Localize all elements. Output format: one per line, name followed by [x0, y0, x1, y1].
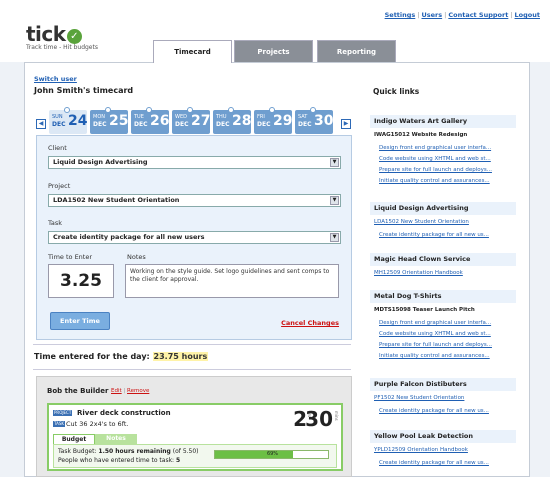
people-line: People who have entered time to task: 5 [58, 457, 181, 464]
switch-user-link[interactable]: Switch user [34, 75, 77, 83]
quick-link-task[interactable]: Create identity package for all new us..… [379, 460, 489, 466]
day-sat-30[interactable]: SAT DEC 30 [295, 107, 333, 134]
logo[interactable]: tick ✓ [26, 22, 82, 46]
logout-link[interactable]: Logout [515, 11, 540, 19]
quick-link-task[interactable]: Code website using XHTML and web st... [379, 156, 491, 162]
day-fri-29[interactable]: FRI DEC 29 [254, 107, 292, 134]
entry-project: River deck construction [77, 409, 171, 417]
logo-text: tick [26, 22, 66, 46]
enter-time-button[interactable]: Enter Time [50, 312, 110, 330]
prev-week-arrow-icon[interactable]: ◀ [36, 119, 46, 129]
day-tue-26[interactable]: TUE DEC 26 [131, 107, 169, 134]
task-tag: TASK [53, 421, 66, 427]
quick-links-title: Quick links [373, 87, 420, 96]
quick-link-client: Magic Head Clown Service [370, 253, 516, 266]
page-title: John Smith's timecard [34, 86, 134, 95]
tab-reporting[interactable]: Reporting [317, 40, 396, 62]
date-strip: ◀ SUN DEC 24 MON DEC 25 TUE DEC 26 WED DEC 27 TH… [36, 107, 352, 136]
time-input[interactable]: 3.25 [48, 264, 114, 298]
quick-link-client: Metal Dog T-Shirts [370, 290, 516, 303]
quick-link-task[interactable]: Create identity package for all new us..… [379, 408, 489, 414]
day-mon-25[interactable]: MON DEC 25 [90, 107, 128, 134]
budget-progress-bar: 69% [214, 450, 329, 459]
client-select[interactable]: Liquid Design Advertising ▼ [48, 156, 341, 169]
quick-link-project[interactable]: MDTS15098 Teaser Launch Pitch [374, 307, 475, 313]
task-label: Task [48, 219, 63, 227]
quick-link-task[interactable]: Create identity package for all new us..… [379, 232, 489, 238]
chevron-down-icon: ▼ [330, 158, 339, 167]
quick-link-task[interactable]: Code website using XHTML and web st... [379, 331, 491, 337]
budget-line: Task Budget: 1.50 hours remaining (of 5.… [58, 448, 199, 455]
day-wed-27[interactable]: WED DEC 27 [172, 107, 210, 134]
check-icon: ✓ [66, 29, 82, 44]
project-select[interactable]: LDA1502 New Student Orientation ▼ [48, 194, 341, 207]
edit-link[interactable]: Edit [111, 388, 122, 394]
tab-notes[interactable]: Notes [95, 434, 137, 444]
tagline: Track time - Hit budgets [26, 44, 98, 51]
client-label: Client [48, 144, 67, 152]
tab-projects[interactable]: Projects [234, 40, 313, 62]
tab-budget[interactable]: Budget [53, 434, 95, 444]
quick-link-task[interactable]: Initiate quality control and assurances.… [379, 178, 490, 184]
quick-link-project[interactable]: PF1502 New Student Orientation [374, 395, 464, 401]
progress-label: 69% [266, 451, 279, 457]
cancel-changes-link[interactable]: Cancel Changes [281, 319, 339, 327]
remove-link[interactable]: Remove [127, 388, 149, 394]
contact-support-link[interactable]: Contact Support [448, 11, 508, 19]
entry-minutes: 30 [305, 407, 333, 431]
quick-link-task[interactable]: Design front end graphical user interfa.… [379, 320, 491, 326]
quick-link-task[interactable]: Prepare site for full launch and deploys… [379, 167, 492, 173]
quick-link-client: Indigo Waters Art Gallery [370, 115, 516, 128]
budget-panel: Task Budget: 1.50 hours remaining (of 5.… [53, 444, 337, 468]
quick-link-task[interactable]: Prepare site for full launch and deploys… [379, 342, 492, 348]
users-link[interactable]: Users [422, 11, 443, 19]
entry-actions: Edit | Remove [111, 388, 150, 394]
entry-card: Bob the Builder Edit | Remove PROJECT Ri… [36, 376, 352, 477]
next-week-arrow-icon[interactable]: ▶ [341, 119, 351, 129]
entry-task: Cut 36 2x4's to 6ft. [66, 420, 129, 428]
quick-link-project[interactable]: MH12509 Orientation Handbook [374, 270, 463, 276]
chevron-down-icon: ▼ [330, 233, 339, 242]
time-label: Time to Enter [48, 253, 93, 261]
divider [33, 369, 351, 370]
day-thu-28[interactable]: THU DEC 28 [213, 107, 251, 134]
quick-link-project[interactable]: LDA1502 New Student Orientation [374, 219, 469, 225]
day-sun-24[interactable]: SUN DEC 24 [49, 107, 87, 134]
tab-timecard[interactable]: Timecard [153, 40, 232, 63]
quick-link-project[interactable]: IWAG15012 Website Redesign [374, 132, 467, 138]
quick-link-client: Purple Falcon Distibuters [370, 378, 516, 391]
time-entry-form: Client Liquid Design Advertising ▼ Projec… [36, 135, 352, 340]
notes-textarea[interactable]: Working on the style guide. Set logo gui… [125, 264, 339, 298]
project-label: Project [48, 182, 71, 190]
divider [33, 344, 351, 345]
task-select[interactable]: Create identity package for all new user… [48, 231, 341, 244]
quick-link-task[interactable]: Initiate quality control and assurances.… [379, 353, 490, 359]
time-entry: PROJECT River deck construction TASK Cut… [47, 403, 343, 471]
quick-link-task[interactable]: Design front end graphical user interfa.… [379, 145, 491, 151]
quick-link-project[interactable]: YPLD12509 Orientation Handbook [374, 447, 468, 453]
top-links: Settings | Users | Contact Support | Logout [384, 11, 540, 19]
notes-label: Notes [127, 253, 146, 261]
chevron-down-icon: ▼ [330, 196, 339, 205]
total-time-value: 23.75 hours [152, 352, 209, 361]
entry-user: Bob the Builder [47, 387, 109, 395]
minutes-unit: mins [334, 411, 339, 421]
quick-link-client: Liquid Design Advertising [370, 202, 516, 215]
total-time: Time entered for the day: 23.75 hours [34, 352, 209, 361]
quick-link-client: Yellow Pool Leak Detection [370, 430, 516, 443]
settings-link[interactable]: Settings [385, 11, 416, 19]
project-tag: PROJECT [53, 410, 73, 416]
header: tick ✓ Track time - Hit budgets Settings |… [0, 0, 550, 63]
